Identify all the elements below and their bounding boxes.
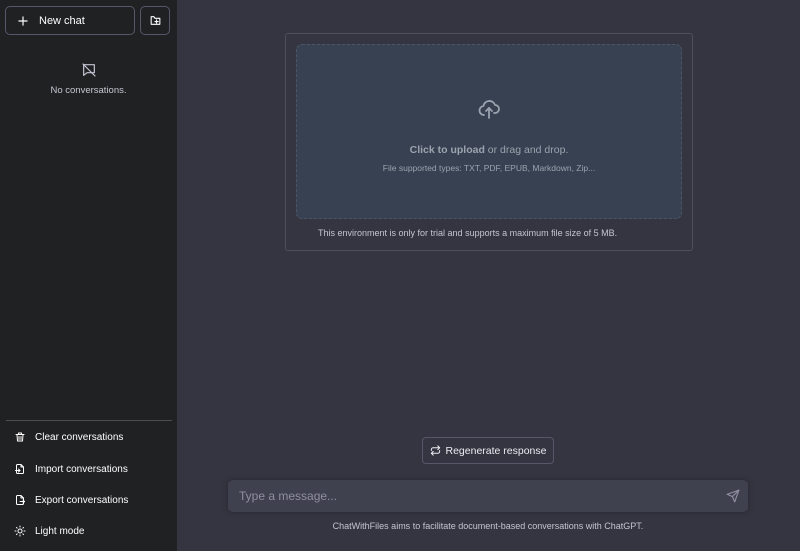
file-dropzone[interactable]: Click to upload or drag and drop. File s…	[296, 44, 682, 219]
plus-icon	[18, 15, 28, 26]
regenerate-response-label: Regenerate response	[445, 444, 547, 457]
empty-state: No conversations.	[0, 62, 177, 96]
empty-state-text: No conversations.	[50, 85, 127, 96]
send-icon[interactable]	[726, 489, 740, 503]
upload-instruction: Click to upload or drag and drop.	[297, 144, 681, 156]
clear-conversations-label: Clear conversations	[35, 431, 124, 443]
file-export-icon	[16, 495, 25, 505]
click-to-upload-text: Click to upload	[409, 144, 485, 156]
new-chat-label: New chat	[39, 14, 85, 27]
new-folder-button[interactable]	[140, 6, 170, 35]
export-conversations-button[interactable]: Export conversations	[5, 487, 171, 513]
sun-icon	[14, 525, 26, 537]
trash-icon	[15, 432, 25, 442]
message-input[interactable]	[228, 480, 718, 512]
message-composer	[228, 480, 748, 512]
regenerate-response-button[interactable]: Regenerate response	[422, 437, 554, 464]
folder-plus-icon	[150, 16, 160, 25]
upload-panel: Click to upload or drag and drop. File s…	[285, 33, 693, 251]
sidebar-divider	[6, 420, 172, 421]
environment-note: This environment is only for trial and s…	[318, 228, 618, 238]
no-messages-icon	[81, 63, 96, 77]
sidebar: New chat No conversations. Clear convers…	[0, 0, 177, 551]
footer-note: ChatWithFiles aims to facilitate documen…	[332, 521, 644, 531]
drag-drop-text: or drag and drop.	[484, 144, 569, 156]
refresh-icon	[430, 445, 440, 456]
cloud-upload-icon	[478, 100, 500, 119]
import-conversations-label: Import conversations	[35, 463, 128, 475]
file-import-icon	[15, 464, 24, 474]
new-chat-button[interactable]: New chat	[5, 6, 135, 35]
supported-types-text: File supported types: TXT, PDF, EPUB, Ma…	[382, 163, 596, 173]
import-conversations-button[interactable]: Import conversations	[5, 456, 171, 482]
light-mode-label: Light mode	[35, 525, 85, 537]
light-mode-button[interactable]: Light mode	[5, 518, 171, 544]
clear-conversations-button[interactable]: Clear conversations	[5, 424, 171, 450]
export-conversations-label: Export conversations	[35, 494, 129, 506]
